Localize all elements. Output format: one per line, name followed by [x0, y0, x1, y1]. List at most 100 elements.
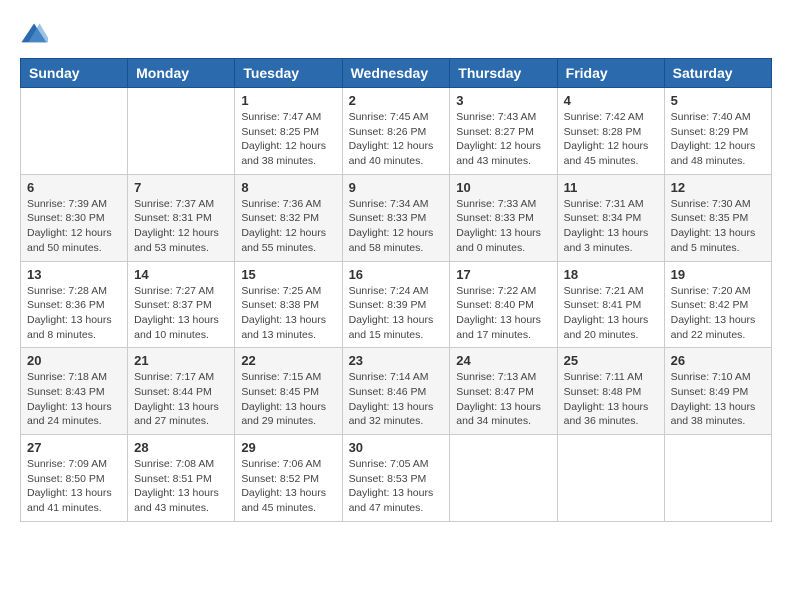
- header: [20, 20, 772, 48]
- calendar-header-row: SundayMondayTuesdayWednesdayThursdayFrid…: [21, 59, 772, 88]
- calendar-cell: 3 Sunrise: 7:43 AM Sunset: 8:27 PM Daylig…: [450, 88, 557, 175]
- calendar-cell: [557, 435, 664, 522]
- day-info: Sunrise: 7:28 AM Sunset: 8:36 PM Dayligh…: [27, 284, 121, 343]
- day-number: 3: [456, 93, 550, 108]
- day-number: 1: [241, 93, 335, 108]
- day-number: 17: [456, 267, 550, 282]
- calendar-cell: 10 Sunrise: 7:33 AM Sunset: 8:33 PM Dayli…: [450, 174, 557, 261]
- day-info: Sunrise: 7:10 AM Sunset: 8:49 PM Dayligh…: [671, 370, 765, 429]
- calendar-cell: 11 Sunrise: 7:31 AM Sunset: 8:34 PM Dayli…: [557, 174, 664, 261]
- day-number: 15: [241, 267, 335, 282]
- calendar-cell: [664, 435, 771, 522]
- day-number: 21: [134, 353, 228, 368]
- calendar-cell: [128, 88, 235, 175]
- calendar-cell: 9Sunrise: 7:34 AM Sunset: 8:33 PM Daylig…: [342, 174, 450, 261]
- day-number: 12: [671, 180, 765, 195]
- week-row-1: 1 Sunrise: 7:47 AM Sunset: 8:25 PM Daylig…: [21, 88, 772, 175]
- day-number: 8: [241, 180, 335, 195]
- calendar-cell: 4 Sunrise: 7:42 AM Sunset: 8:28 PM Daylig…: [557, 88, 664, 175]
- day-info: Sunrise: 7:09 AM Sunset: 8:50 PM Dayligh…: [27, 457, 121, 516]
- calendar-cell: 13 Sunrise: 7:28 AM Sunset: 8:36 PM Dayli…: [21, 261, 128, 348]
- calendar-cell: 17 Sunrise: 7:22 AM Sunset: 8:40 PM Dayli…: [450, 261, 557, 348]
- day-info: Sunrise: 7:21 AM Sunset: 8:41 PM Dayligh…: [564, 284, 658, 343]
- day-info: Sunrise: 7:13 AM Sunset: 8:47 PM Dayligh…: [456, 370, 550, 429]
- day-number: 22: [241, 353, 335, 368]
- calendar-cell: 24 Sunrise: 7:13 AM Sunset: 8:47 PM Dayli…: [450, 348, 557, 435]
- day-info: Sunrise: 7:06 AM Sunset: 8:52 PM Dayligh…: [241, 457, 335, 516]
- day-info: Sunrise: 7:39 AM Sunset: 8:30 PM Dayligh…: [27, 197, 121, 256]
- calendar-cell: 12 Sunrise: 7:30 AM Sunset: 8:35 PM Dayli…: [664, 174, 771, 261]
- day-number: 5: [671, 93, 765, 108]
- day-info: Sunrise: 7:47 AM Sunset: 8:25 PM Dayligh…: [241, 110, 335, 169]
- week-row-5: 27 Sunrise: 7:09 AM Sunset: 8:50 PM Dayli…: [21, 435, 772, 522]
- day-number: 23: [349, 353, 444, 368]
- day-info: Sunrise: 7:20 AM Sunset: 8:42 PM Dayligh…: [671, 284, 765, 343]
- day-number: 4: [564, 93, 658, 108]
- calendar-cell: 14 Sunrise: 7:27 AM Sunset: 8:37 PM Dayli…: [128, 261, 235, 348]
- day-info: Sunrise: 7:31 AM Sunset: 8:34 PM Dayligh…: [564, 197, 658, 256]
- day-info: Sunrise: 7:15 AM Sunset: 8:45 PM Dayligh…: [241, 370, 335, 429]
- calendar-cell: 7Sunrise: 7:37 AM Sunset: 8:31 PM Daylig…: [128, 174, 235, 261]
- logo: [20, 20, 52, 48]
- calendar-cell: [21, 88, 128, 175]
- day-header-friday: Friday: [557, 59, 664, 88]
- day-header-wednesday: Wednesday: [342, 59, 450, 88]
- calendar-cell: 23 Sunrise: 7:14 AM Sunset: 8:46 PM Dayli…: [342, 348, 450, 435]
- calendar-cell: 2 Sunrise: 7:45 AM Sunset: 8:26 PM Daylig…: [342, 88, 450, 175]
- day-number: 11: [564, 180, 658, 195]
- day-number: 30: [349, 440, 444, 455]
- day-info: Sunrise: 7:08 AM Sunset: 8:51 PM Dayligh…: [134, 457, 228, 516]
- day-number: 24: [456, 353, 550, 368]
- day-number: 2: [349, 93, 444, 108]
- day-number: 20: [27, 353, 121, 368]
- day-number: 27: [27, 440, 121, 455]
- week-row-3: 13 Sunrise: 7:28 AM Sunset: 8:36 PM Dayli…: [21, 261, 772, 348]
- day-info: Sunrise: 7:33 AM Sunset: 8:33 PM Dayligh…: [456, 197, 550, 256]
- day-number: 29: [241, 440, 335, 455]
- day-info: Sunrise: 7:18 AM Sunset: 8:43 PM Dayligh…: [27, 370, 121, 429]
- day-number: 25: [564, 353, 658, 368]
- day-info: Sunrise: 7:36 AM Sunset: 8:32 PM Dayligh…: [241, 197, 335, 256]
- day-info: Sunrise: 7:30 AM Sunset: 8:35 PM Dayligh…: [671, 197, 765, 256]
- day-header-sunday: Sunday: [21, 59, 128, 88]
- calendar-cell: 18 Sunrise: 7:21 AM Sunset: 8:41 PM Dayli…: [557, 261, 664, 348]
- week-row-4: 20 Sunrise: 7:18 AM Sunset: 8:43 PM Dayli…: [21, 348, 772, 435]
- day-number: 28: [134, 440, 228, 455]
- day-number: 19: [671, 267, 765, 282]
- day-info: Sunrise: 7:40 AM Sunset: 8:29 PM Dayligh…: [671, 110, 765, 169]
- day-info: Sunrise: 7:22 AM Sunset: 8:40 PM Dayligh…: [456, 284, 550, 343]
- calendar-cell: 25 Sunrise: 7:11 AM Sunset: 8:48 PM Dayli…: [557, 348, 664, 435]
- day-number: 18: [564, 267, 658, 282]
- day-info: Sunrise: 7:11 AM Sunset: 8:48 PM Dayligh…: [564, 370, 658, 429]
- day-header-thursday: Thursday: [450, 59, 557, 88]
- calendar-cell: 1 Sunrise: 7:47 AM Sunset: 8:25 PM Daylig…: [235, 88, 342, 175]
- day-header-monday: Monday: [128, 59, 235, 88]
- day-header-saturday: Saturday: [664, 59, 771, 88]
- calendar-cell: 26 Sunrise: 7:10 AM Sunset: 8:49 PM Dayli…: [664, 348, 771, 435]
- calendar-cell: 5 Sunrise: 7:40 AM Sunset: 8:29 PM Daylig…: [664, 88, 771, 175]
- day-info: Sunrise: 7:14 AM Sunset: 8:46 PM Dayligh…: [349, 370, 444, 429]
- day-number: 26: [671, 353, 765, 368]
- day-header-tuesday: Tuesday: [235, 59, 342, 88]
- calendar-cell: 22 Sunrise: 7:15 AM Sunset: 8:45 PM Dayli…: [235, 348, 342, 435]
- day-info: Sunrise: 7:43 AM Sunset: 8:27 PM Dayligh…: [456, 110, 550, 169]
- calendar-cell: 6Sunrise: 7:39 AM Sunset: 8:30 PM Daylig…: [21, 174, 128, 261]
- calendar-cell: 28 Sunrise: 7:08 AM Sunset: 8:51 PM Dayli…: [128, 435, 235, 522]
- calendar-cell: 16Sunrise: 7:24 AM Sunset: 8:39 PM Dayli…: [342, 261, 450, 348]
- day-number: 13: [27, 267, 121, 282]
- logo-icon: [20, 20, 48, 48]
- day-info: Sunrise: 7:42 AM Sunset: 8:28 PM Dayligh…: [564, 110, 658, 169]
- day-info: Sunrise: 7:37 AM Sunset: 8:31 PM Dayligh…: [134, 197, 228, 256]
- day-info: Sunrise: 7:25 AM Sunset: 8:38 PM Dayligh…: [241, 284, 335, 343]
- day-number: 10: [456, 180, 550, 195]
- day-info: Sunrise: 7:34 AM Sunset: 8:33 PM Dayligh…: [349, 197, 444, 256]
- day-number: 14: [134, 267, 228, 282]
- calendar-cell: 8 Sunrise: 7:36 AM Sunset: 8:32 PM Daylig…: [235, 174, 342, 261]
- day-info: Sunrise: 7:05 AM Sunset: 8:53 PM Dayligh…: [349, 457, 444, 516]
- day-info: Sunrise: 7:45 AM Sunset: 8:26 PM Dayligh…: [349, 110, 444, 169]
- calendar-cell: [450, 435, 557, 522]
- day-info: Sunrise: 7:24 AM Sunset: 8:39 PM Dayligh…: [349, 284, 444, 343]
- calendar: SundayMondayTuesdayWednesdayThursdayFrid…: [20, 58, 772, 522]
- day-info: Sunrise: 7:27 AM Sunset: 8:37 PM Dayligh…: [134, 284, 228, 343]
- calendar-cell: 21Sunrise: 7:17 AM Sunset: 8:44 PM Dayli…: [128, 348, 235, 435]
